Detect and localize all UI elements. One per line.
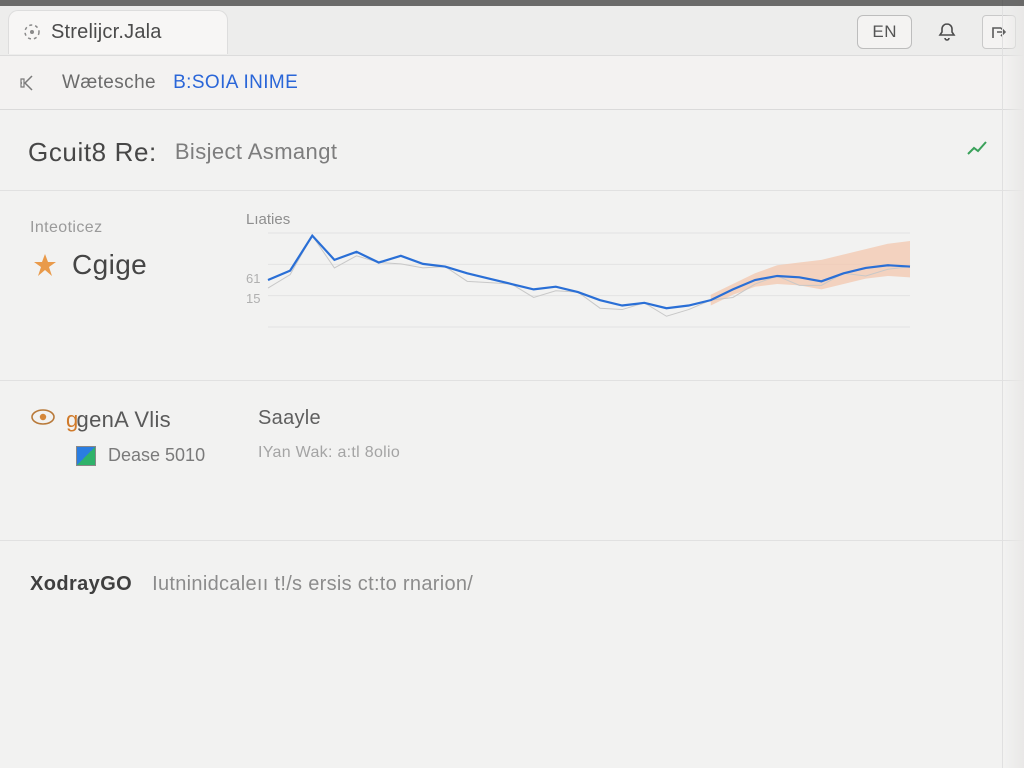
chart-title: Lıaties <box>246 211 290 228</box>
panel-metric-chart: Inteoticez Cgige Lıaties 61 15 <box>0 191 1024 381</box>
export-icon[interactable] <box>982 15 1016 49</box>
metric-name[interactable]: Cgige <box>72 249 147 281</box>
page-title: Gcuit8 Re: <box>28 137 157 168</box>
tab-title: Strelijcr.Jala <box>51 21 162 44</box>
lang-pill[interactable]: EN <box>857 15 912 49</box>
section2-right-label: Saayle <box>258 407 400 430</box>
footer-row: XodrayGO Iutninidcaleıı t!/s ersis ct:to… <box>0 541 1024 596</box>
footer-text: Iutninidcaleıı t!/s ersis ct:to rnarion/ <box>152 573 473 596</box>
legend-swatch-icon <box>76 446 96 466</box>
address-bar[interactable]: Wætesche B:SOIA INIME <box>56 72 1010 94</box>
section2-title[interactable]: ggenA Vlis <box>30 407 994 433</box>
bell-icon[interactable] <box>930 15 964 49</box>
legend-row: Dease 5010 <box>30 445 994 466</box>
metric-caption: Inteoticez <box>30 219 216 237</box>
browser-tabbar: Strelijcr.Jala EN <box>0 0 1024 56</box>
page-subtitle: Bisject Asmangt <box>175 139 338 165</box>
legend-label: Dease 5010 <box>108 445 205 466</box>
nav-back-icon[interactable] <box>14 68 44 98</box>
address-host: Wætesche <box>62 72 156 93</box>
browser-toolbar: Wætesche B:SOIA INIME <box>0 56 1024 110</box>
sparkline-chart: Lıaties 61 15 <box>240 213 920 333</box>
trend-up-icon <box>958 136 996 168</box>
section2-right-sub: IYan Wak: a:tl 8olio <box>258 444 400 462</box>
spark-icon <box>30 250 60 280</box>
address-path: B:SOIA INIME <box>173 72 298 93</box>
sparkline-svg <box>240 227 920 337</box>
panel-secondary: ggenA Vlis Dease 5010 Saayle IYan Wak: a… <box>0 381 1024 541</box>
tab-favicon-icon <box>23 23 41 41</box>
footer-key[interactable]: XodrayGO <box>30 573 132 596</box>
browser-tab-active[interactable]: Strelijcr.Jala <box>8 10 228 54</box>
eye-icon <box>30 407 56 433</box>
page-header: Gcuit8 Re: Bisject Asmangt <box>0 110 1024 191</box>
